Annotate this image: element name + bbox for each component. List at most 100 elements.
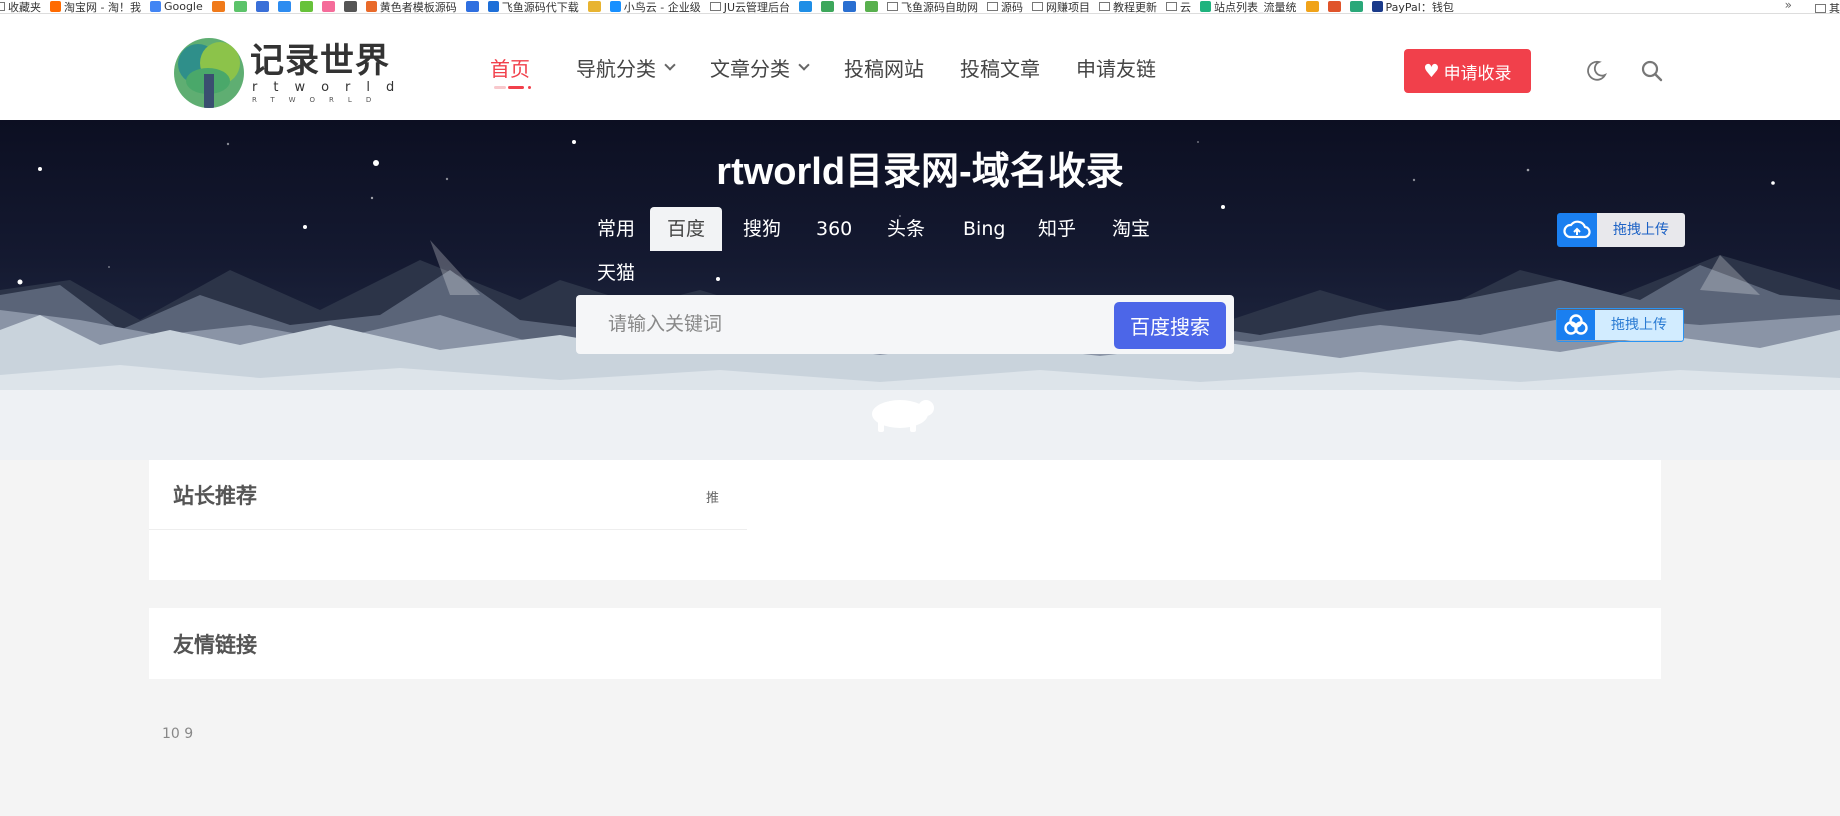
favicon-icon	[465, 1, 479, 12]
favicon-icon	[799, 1, 813, 12]
nav-item-article-categories[interactable]: 文章分类	[710, 53, 810, 82]
bookmark-item[interactable]	[1305, 1, 1319, 12]
nav-item-submit-site[interactable]: 投稿网站	[844, 53, 924, 82]
bookmark-item[interactable]: 收藏夹	[0, 0, 41, 14]
recommend-tag[interactable]: 推	[706, 487, 719, 506]
folder-icon	[887, 2, 899, 11]
bookmarks-more-icon[interactable]: »	[1785, 0, 1792, 12]
nav-item-submit-article[interactable]: 投稿文章	[960, 53, 1040, 82]
favicon-icon	[1349, 1, 1363, 12]
banner-title: rtworld目录网-域名收录	[716, 151, 1124, 193]
bookmark-item[interactable]	[321, 1, 335, 12]
bookmark-label: 收藏夹	[8, 0, 41, 14]
folder-icon	[1099, 2, 1111, 11]
nav-item-nav-categories[interactable]: 导航分类	[576, 53, 676, 82]
bookmark-item[interactable]	[799, 1, 813, 12]
search-banner: rtworld目录网-域名收录 常用 百度 搜狗 360 头条 Bing 知乎 …	[0, 120, 1840, 460]
baidu-search-button[interactable]: 百度搜索	[1114, 302, 1226, 349]
bookmark-label: 站点列表_流量统	[1214, 0, 1297, 14]
tab-common[interactable]: 常用	[580, 207, 652, 251]
tab-bing[interactable]: Bing	[946, 207, 1022, 251]
apply-inclusion-button[interactable]: ♥ 申请收录	[1404, 49, 1531, 93]
bookmark-item[interactable]: 飞鱼源码自助网	[887, 0, 979, 14]
folder-icon	[1032, 2, 1044, 11]
tab-zhihu[interactable]: 知乎	[1021, 207, 1093, 251]
favicon-icon	[865, 1, 879, 12]
favicon-icon	[365, 1, 377, 12]
bookmark-item[interactable]	[211, 1, 225, 12]
bookmark-list: 收藏夹 淘宝网 - 淘！我 Google 黄色者模板源码 飞鱼源码代下载 小鸟云 - 企业…	[0, 0, 1463, 14]
bookmark-item[interactable]	[821, 1, 835, 12]
logo-text: 记录世界 rtworld RTWORLD	[250, 42, 410, 105]
heart-icon: ♥	[1423, 60, 1440, 82]
nav-item-home[interactable]: 首页	[490, 53, 531, 89]
bookmark-item[interactable]: 源码	[987, 0, 1024, 14]
nav-item-label: 投稿网站	[844, 56, 924, 81]
folder-icon	[0, 2, 5, 11]
bookmark-label: JU云管理后台	[723, 0, 791, 14]
nav-item-apply-link[interactable]: 申请友链	[1076, 53, 1156, 82]
folder-icon	[709, 2, 721, 11]
bookmark-item[interactable]: 飞鱼源码代下载	[487, 0, 579, 13]
bookmark-item[interactable]	[277, 1, 291, 12]
drag-upload-button[interactable]: 拖拽上传	[1557, 213, 1685, 247]
bookmark-item-other[interactable]: 其	[1815, 0, 1840, 13]
bookmark-item[interactable]	[343, 1, 357, 12]
cloud-upload-icon	[1557, 213, 1597, 247]
tab-tmall[interactable]: 天猫	[580, 251, 652, 295]
tab-toutiao[interactable]: 头条	[870, 207, 942, 251]
divider	[149, 529, 747, 530]
bookmark-item[interactable]	[465, 1, 479, 12]
nav-item-label: 投稿文章	[960, 56, 1040, 81]
drag-upload-button-2[interactable]: 拖拽上传	[1556, 308, 1684, 342]
search-input[interactable]: 请输入关键词	[608, 295, 1078, 354]
favicon-icon	[1305, 1, 1319, 12]
tab-360[interactable]: 360	[799, 207, 869, 251]
bookmark-item[interactable]: 小鸟云 - 企业级	[609, 0, 701, 13]
tab-taobao[interactable]: 淘宝	[1095, 207, 1167, 251]
bookmark-label: PayPal：钱包	[1385, 0, 1454, 14]
tree-logo-icon	[174, 38, 244, 108]
apply-inclusion-label: 申请收录	[1443, 63, 1512, 84]
chevron-down-icon	[798, 58, 810, 71]
search-icon[interactable]	[1640, 59, 1664, 83]
bookmark-item[interactable]: 教程更新	[1099, 0, 1158, 14]
bookmark-item[interactable]	[843, 1, 857, 12]
bookmark-item[interactable]: 淘宝网 - 淘！我	[50, 0, 141, 14]
logo-subtitle-small: RTWORLD	[252, 95, 386, 104]
favicon-icon	[233, 1, 247, 12]
drag-upload-label: 拖拽上传	[1597, 213, 1685, 247]
tab-baidu[interactable]: 百度	[650, 207, 723, 251]
bookmark-item[interactable]: JU云管理后台	[709, 0, 791, 14]
tab-sogou[interactable]: 搜狗	[726, 207, 798, 251]
favicon-icon	[321, 1, 335, 12]
bookmark-label: 淘宝网 - 淘！我	[64, 0, 141, 14]
bookmark-item[interactable]	[865, 1, 879, 12]
favicon-icon	[587, 1, 601, 12]
nav-item-label: 导航分类	[576, 56, 656, 81]
bookmark-item[interactable]	[1327, 1, 1341, 12]
bookmark-item[interactable]	[1349, 1, 1363, 12]
site-logo[interactable]: 记录世界 rtworld RTWORLD	[174, 38, 410, 108]
favicon-icon	[487, 1, 499, 12]
bookmark-item[interactable]: PayPal：钱包	[1371, 0, 1454, 14]
bookmark-item[interactable]: 黄色者模板源码	[365, 0, 457, 13]
bookmark-label: 飞鱼源码自助网	[901, 0, 979, 14]
bookmark-label: 教程更新	[1113, 0, 1158, 14]
bookmark-item[interactable]: 网赚项目	[1032, 0, 1090, 13]
recommend-title: 站长推荐	[173, 484, 257, 508]
bookmark-item[interactable]	[233, 1, 247, 12]
bookmark-item[interactable]	[255, 1, 269, 12]
moon-icon[interactable]	[1584, 59, 1608, 83]
favicon-icon	[821, 1, 835, 12]
bookmark-item[interactable]: 站点列表_流量统	[1200, 0, 1297, 14]
bookmark-item[interactable]	[299, 1, 313, 12]
bookmark-label: Google	[163, 0, 203, 13]
bookmark-item[interactable]: 云	[1166, 0, 1191, 13]
nav-item-label: 申请友链	[1076, 56, 1156, 81]
bookmark-item[interactable]	[587, 1, 601, 12]
recommend-card: 站长推荐 推	[149, 460, 1661, 580]
active-underline	[494, 85, 534, 90]
bookmark-label: 源码	[1001, 0, 1024, 14]
bookmark-item[interactable]: Google	[149, 0, 203, 13]
